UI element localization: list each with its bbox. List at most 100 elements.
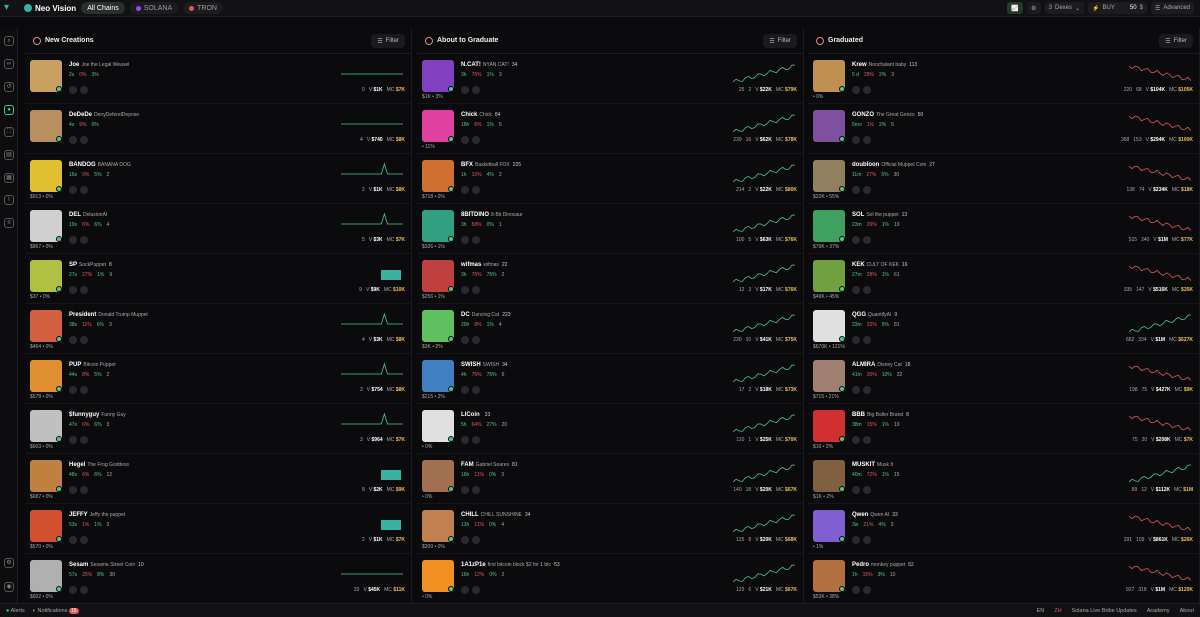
- chart-icon[interactable]: ⌇: [4, 195, 14, 205]
- link-icon[interactable]: [852, 436, 860, 444]
- link-icon[interactable]: [461, 486, 469, 494]
- link-icon[interactable]: ∞: [4, 59, 14, 69]
- buy-amount-control[interactable]: ⚡ BUY 50 $: [1088, 2, 1147, 14]
- token-row[interactable]: • 0% FAM Gabriel Soares 81 16h 11% 0% 3 140 18 V $…: [417, 454, 803, 504]
- expand-icon[interactable]: ⛶: [4, 127, 14, 137]
- token-ticker[interactable]: CHILL: [461, 512, 479, 518]
- link-icon[interactable]: [852, 286, 860, 294]
- filter-button[interactable]: ☰ Filter: [371, 34, 405, 48]
- advanced-button[interactable]: ☰ Advanced: [1150, 2, 1194, 14]
- x-icon[interactable]: [472, 486, 480, 494]
- token-row[interactable]: $22K • 55% doubloon Official Muppet Coin 27…: [808, 154, 1199, 204]
- search-icon[interactable]: ⌕: [4, 36, 14, 46]
- x-icon[interactable]: [472, 336, 480, 344]
- token-row[interactable]: GONZO The Great Gonzo 50 5mo 1% 2% 5 368 153 V $2…: [808, 104, 1199, 154]
- x-icon[interactable]: [80, 236, 88, 244]
- token-row[interactable]: • 11% Chick Chick 84 18h 6% 1% 5 239 16 V $62K MC $…: [417, 104, 803, 154]
- link-icon[interactable]: [852, 386, 860, 394]
- x-icon[interactable]: [863, 386, 871, 394]
- token-row[interactable]: $464 • 0% President Donald Trump Muppet 38s…: [25, 304, 411, 354]
- token-ticker[interactable]: PUP: [69, 362, 81, 368]
- portfolio-icon[interactable]: ▦: [4, 173, 14, 183]
- link-icon[interactable]: [69, 386, 77, 394]
- history-icon[interactable]: ↺: [4, 82, 14, 92]
- x-icon[interactable]: [80, 486, 88, 494]
- link-icon[interactable]: [852, 586, 860, 594]
- x-icon[interactable]: [472, 86, 480, 94]
- link-icon[interactable]: [69, 436, 77, 444]
- token-ticker[interactable]: SOL: [852, 212, 864, 218]
- token-row[interactable]: $603 • 0% $funnyguy Funny Guy 47s 6% 6% 3 3 V $9…: [25, 404, 411, 454]
- x-icon[interactable]: [472, 536, 480, 544]
- x-icon[interactable]: [863, 286, 871, 294]
- link-icon[interactable]: [852, 186, 860, 194]
- link-icon[interactable]: [461, 186, 469, 194]
- link-icon[interactable]: [69, 286, 77, 294]
- link-icon[interactable]: [461, 286, 469, 294]
- token-ticker[interactable]: SWISH: [461, 362, 481, 368]
- token-row[interactable]: $79K • 37% SOL Sol the puppet 13 23m 26% 1% 19 5…: [808, 204, 1199, 254]
- token-row[interactable]: $1K • 3% N.CAT! NYAN.CAT! 34 3h 76% 1% 3 25 2 V $2…: [417, 54, 803, 104]
- user-icon[interactable]: ◉: [4, 582, 14, 592]
- token-ticker[interactable]: DEL: [69, 212, 81, 218]
- x-icon[interactable]: [472, 586, 480, 594]
- x-icon[interactable]: [472, 136, 480, 144]
- x-icon[interactable]: [472, 186, 480, 194]
- token-ticker[interactable]: President: [69, 312, 96, 318]
- token-ticker[interactable]: Krew: [852, 62, 867, 68]
- token-row[interactable]: Joe Joe the Legal Weasel 2s 0% 3% 0 V $1K MC $7…: [25, 54, 411, 104]
- alerts-button[interactable]: ● Alerts: [6, 608, 25, 614]
- wallet-icon[interactable]: ▤: [4, 150, 14, 160]
- link-icon[interactable]: [69, 586, 77, 594]
- x-icon[interactable]: [80, 436, 88, 444]
- token-row[interactable]: $53K • 38% Pedro monkey puppet 52 1h 15% 3% 10 9…: [808, 554, 1199, 604]
- link-icon[interactable]: [461, 136, 469, 144]
- token-ticker[interactable]: KEK: [852, 262, 865, 268]
- token-row[interactable]: $256 • 1% wifmas wifmas 22 3h 76% 75% 2 12 3 V $17…: [417, 254, 803, 304]
- x-icon[interactable]: [863, 86, 871, 94]
- link-icon[interactable]: [461, 536, 469, 544]
- token-ticker[interactable]: 1A1zP1e: [461, 562, 486, 568]
- token-row[interactable]: • 0% 1A1zP1e first bitcoin block $2 for 1 …: [417, 554, 803, 604]
- token-row[interactable]: $49K • 45% KEK CULT OF KEK 16 27m 28% 1% 61 335 1…: [808, 254, 1199, 304]
- token-ticker[interactable]: LICoin: [461, 412, 480, 418]
- about-link[interactable]: About: [1180, 608, 1194, 614]
- notifications-button[interactable]: ◐ Notifications 15: [33, 607, 79, 614]
- token-ticker[interactable]: Joe: [69, 62, 79, 68]
- token-ticker[interactable]: BANDOG: [69, 162, 96, 168]
- link-icon[interactable]: [461, 336, 469, 344]
- token-ticker[interactable]: Sesam: [69, 562, 88, 568]
- x-icon[interactable]: [863, 436, 871, 444]
- x-icon[interactable]: [80, 336, 88, 344]
- x-icon[interactable]: [472, 286, 480, 294]
- link-icon[interactable]: [461, 386, 469, 394]
- token-row[interactable]: $687 • 0% Hegel The Frog Goddess 48s 6% 6% 12 8…: [25, 454, 411, 504]
- token-ticker[interactable]: 8BITDINO: [461, 212, 489, 218]
- token-ticker[interactable]: Chick: [461, 112, 477, 118]
- x-icon[interactable]: [863, 186, 871, 194]
- token-ticker[interactable]: MUSKIT: [852, 462, 875, 468]
- token-row[interactable]: $715 • 21% ALMIRA Disney Cat 18 41m 20% 10% 32 1…: [808, 354, 1199, 404]
- brand[interactable]: Neo Vision: [24, 4, 76, 13]
- link-icon[interactable]: [852, 136, 860, 144]
- buy-amount[interactable]: 50: [1130, 5, 1137, 11]
- chain-chip-solana[interactable]: SOLANA: [129, 2, 179, 14]
- token-ticker[interactable]: wifmas: [461, 262, 481, 268]
- token-ticker[interactable]: QGG: [852, 312, 866, 318]
- token-ticker[interactable]: Pedro: [852, 562, 869, 568]
- x-icon[interactable]: [863, 536, 871, 544]
- link-icon[interactable]: [69, 236, 77, 244]
- link-icon[interactable]: [852, 536, 860, 544]
- token-row[interactable]: • 1% Qwen Qwen AI 33 3w 21% 4% 3 291 109 V $861K MC…: [808, 504, 1199, 554]
- token-row[interactable]: $209 • 0% CHILL CHILL SUNSHINE 34 13h 11% 0% 4 1…: [417, 504, 803, 554]
- chart-view-button[interactable]: 📈: [1007, 2, 1023, 14]
- token-ticker[interactable]: Hegel: [69, 462, 85, 468]
- link-icon[interactable]: [69, 536, 77, 544]
- gear-icon[interactable]: ⚙: [4, 558, 14, 568]
- token-row[interactable]: $326 • 1% 8BITDINO 8-Bit Dinosaur 3h 58% 0% 1 1…: [417, 204, 803, 254]
- x-icon[interactable]: [80, 86, 88, 94]
- token-row[interactable]: $602 • 0% Sesam Sesame Street Coin 10 57s 25%…: [25, 554, 411, 604]
- x-icon[interactable]: [863, 336, 871, 344]
- token-row[interactable]: $578 • 0% PUP Bitcoin Puppet 44s 8% 5% 2 3 V $75…: [25, 354, 411, 404]
- link-icon[interactable]: [852, 86, 860, 94]
